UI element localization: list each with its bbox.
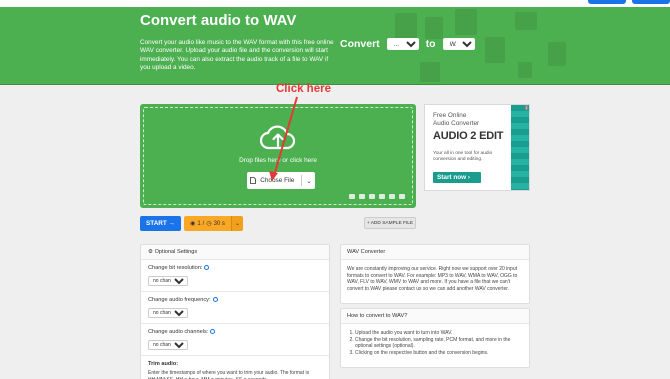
click-here-annotation: Click here	[276, 83, 331, 95]
audio-frequency-setting: Change audio frequency: no change	[141, 292, 329, 324]
choose-file-button[interactable]: Choose File ⌄	[247, 172, 315, 189]
wav-converter-title: WAV Converter	[341, 245, 529, 260]
top-button[interactable]	[588, 0, 626, 4]
cloud-upload-icon	[260, 125, 296, 150]
limit-count: 1	[197, 220, 201, 227]
button-divider	[301, 175, 303, 186]
ad-start-now-button[interactable]: Start now ›	[433, 172, 481, 183]
file-decoration-icon	[518, 62, 532, 78]
limit-badge: ◉ 1 / ◷ 30 s	[184, 216, 231, 231]
audio-channels-select[interactable]: no change	[148, 340, 188, 350]
chevron-down-icon[interactable]: ⌄	[306, 177, 311, 185]
eye-icon: ◉	[190, 221, 196, 227]
how-to-step: Upload the audio you want to turn into W…	[355, 330, 523, 337]
info-icon[interactable]	[204, 265, 210, 271]
ad-info-icon[interactable]: i	[525, 105, 528, 110]
ad-line2: Audio Converter	[433, 119, 480, 127]
folder-icon[interactable]	[349, 194, 355, 199]
file-decoration-icon	[515, 12, 537, 30]
advertisement[interactable]: i Free Online Audio Converter AUDIO 2 ED…	[424, 104, 530, 191]
copy-icon[interactable]	[399, 194, 405, 199]
clock-icon: ◷	[206, 221, 212, 227]
audio-channels-setting: Change audio channels: no change	[141, 324, 329, 356]
file-icon	[250, 177, 257, 184]
how-to-title: How to convert to WAV?	[341, 309, 529, 324]
limit-dropdown-button[interactable]: ⌄	[231, 216, 243, 231]
ad-headline: Free Online Audio Converter	[433, 112, 479, 127]
drop-files-text: Drop files here or click here	[239, 157, 317, 164]
bit-resolution-select[interactable]: no change	[148, 276, 188, 286]
link-icon[interactable]	[359, 194, 365, 199]
choose-file-label: Choose File	[260, 177, 295, 184]
wav-converter-panel: WAV Converter We are constantly improvin…	[340, 244, 530, 304]
add-sample-file-button[interactable]: + ADD SAMPLE FILE	[364, 217, 416, 229]
file-decoration-icon	[548, 42, 566, 66]
info-icon[interactable]	[212, 297, 218, 303]
start-label: START	[146, 220, 167, 227]
source-format-select[interactable]: ...	[386, 38, 419, 50]
file-decoration-icon	[425, 17, 443, 39]
format-selector: Convert ... to WAV	[340, 38, 475, 50]
onedrive-icon[interactable]	[389, 194, 395, 199]
how-to-step: Change the bit resolution, sampling rate…	[355, 337, 523, 350]
trim-audio-label: Trim audio:	[148, 361, 179, 367]
upload-dropzone[interactable]: Drop files here or click here Choose Fil…	[140, 104, 416, 208]
audio-frequency-select[interactable]: no change	[148, 308, 188, 318]
gear-icon: ⚙	[148, 249, 154, 255]
file-decoration-icon	[395, 13, 417, 41]
how-to-panel: How to convert to WAV? Upload the audio …	[340, 308, 530, 368]
page-title: Convert audio to WAV	[140, 12, 297, 29]
header-banner: Convert audio to WAV Convert your audio …	[0, 7, 670, 85]
ad-cta-label: Start now	[437, 174, 467, 181]
google-drive-icon[interactable]	[369, 194, 375, 199]
page-description: Convert your audio like music to the WAV…	[140, 39, 334, 71]
chevron-down-icon: ⌄	[234, 221, 241, 227]
to-label: to	[425, 38, 436, 50]
top-strip	[0, 0, 670, 7]
wav-converter-body: We are constantly improving our service.…	[347, 266, 518, 292]
convert-label: Convert	[340, 38, 380, 50]
file-decoration-icon	[455, 9, 477, 35]
ad-stripes	[511, 105, 529, 190]
how-to-step: Clicking on the respective button and th…	[355, 350, 523, 357]
limit-time: 30 s	[213, 220, 225, 227]
file-decoration-icon	[485, 37, 505, 63]
ad-brand: AUDIO 2 EDIT	[433, 130, 504, 142]
bit-resolution-setting: Change bit resolution: no change	[141, 260, 329, 292]
ad-tagline: Your all in one tool for audio conversio…	[433, 151, 493, 162]
trim-audio-help: Enter the timestamps of where you want t…	[148, 370, 310, 379]
top-button[interactable]	[632, 0, 670, 4]
cloud-source-icons	[349, 194, 405, 199]
trim-audio-setting: Trim audio: Enter the timestamps of wher…	[141, 356, 329, 379]
info-icon[interactable]	[210, 329, 216, 335]
bit-resolution-label: Change bit resolution:	[148, 265, 203, 271]
file-decoration-icon	[420, 62, 440, 82]
start-button[interactable]: START →	[140, 216, 181, 231]
settings-header: ⚙ Optional Settings	[141, 245, 329, 260]
dropbox-icon[interactable]	[379, 194, 385, 199]
settings-header-label: Optional Settings	[154, 249, 198, 255]
optional-settings-panel: ⚙ Optional Settings Change bit resolutio…	[140, 244, 330, 379]
audio-channels-label: Change audio channels:	[148, 329, 209, 335]
ad-line1: Free Online	[433, 112, 467, 119]
audio-frequency-label: Change audio frequency:	[148, 297, 211, 303]
target-format-select[interactable]: WAV	[442, 38, 475, 50]
how-to-steps: Upload the audio you want to turn into W…	[347, 330, 523, 356]
